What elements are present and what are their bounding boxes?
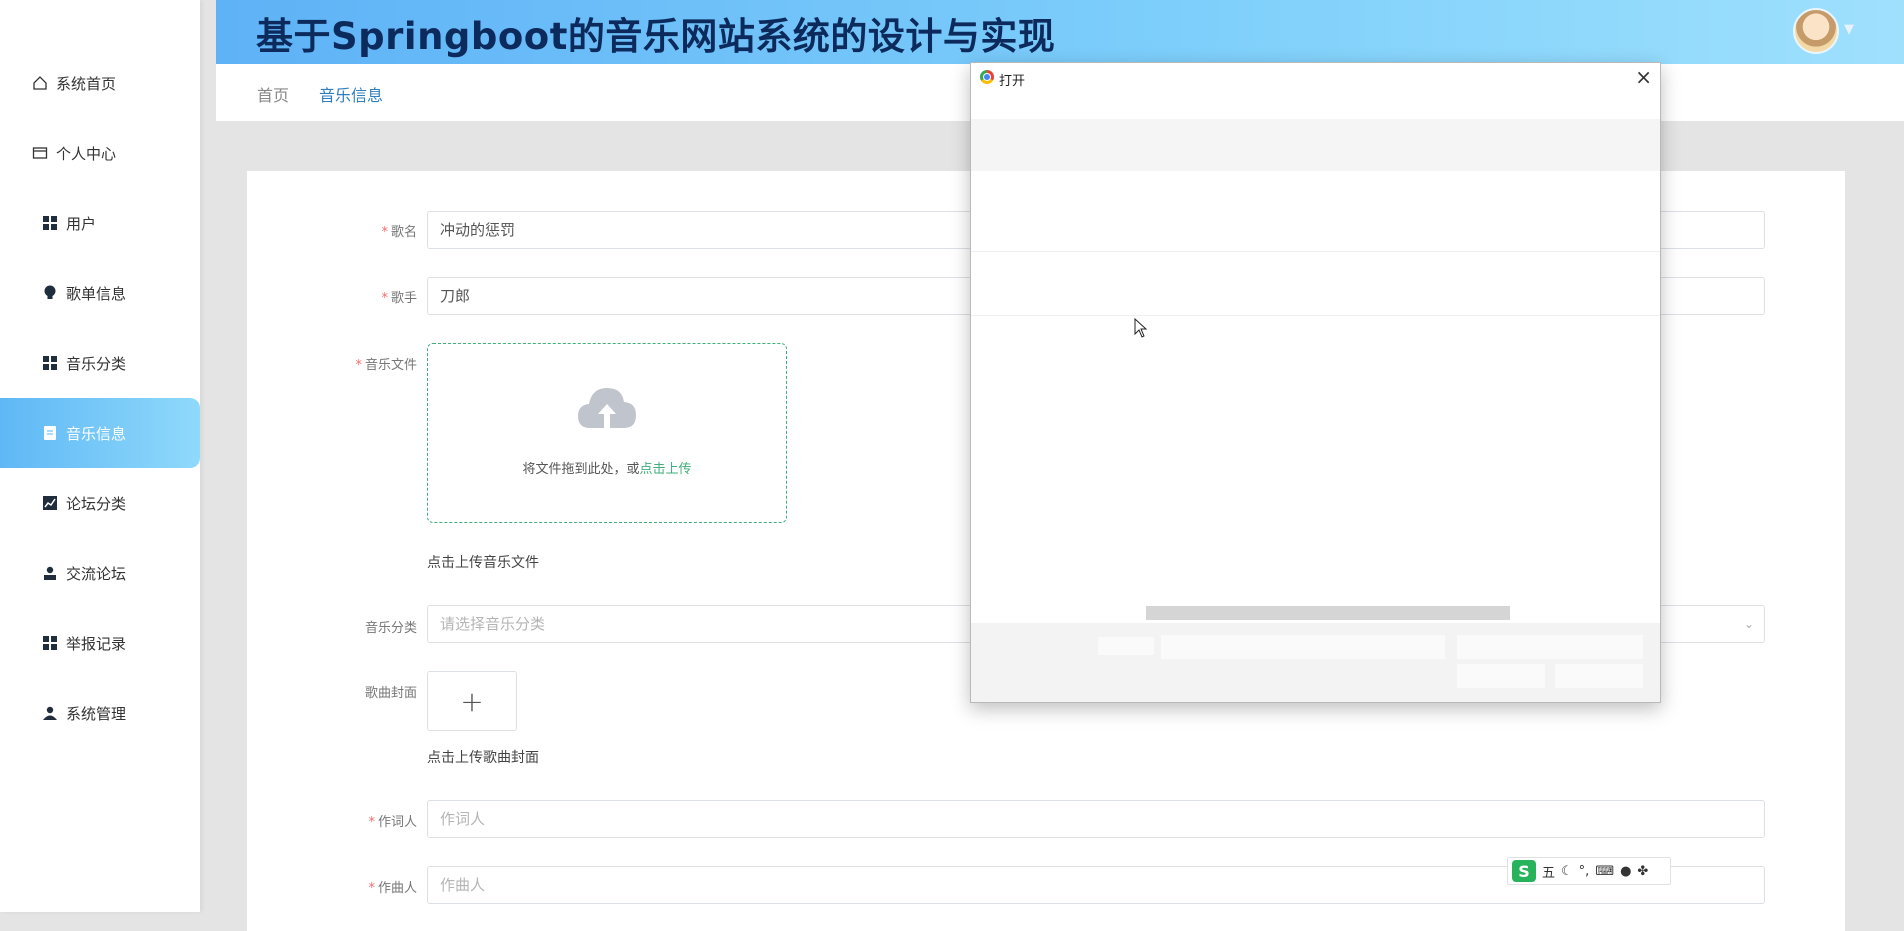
ime-mode[interactable]: 五 bbox=[1542, 862, 1555, 881]
open-file-dialog: 打开 × bbox=[970, 62, 1661, 703]
dialog-toolbar bbox=[971, 119, 1660, 171]
punctuation-icon[interactable]: °, bbox=[1579, 864, 1590, 879]
sidebar-item-label: 歌单信息 bbox=[66, 284, 127, 303]
chart-icon bbox=[42, 495, 58, 511]
cancel-button[interactable] bbox=[1555, 664, 1643, 688]
click-upload-link[interactable]: 点击上传 bbox=[640, 462, 692, 477]
sidebar-item-label: 用户 bbox=[66, 214, 97, 233]
sidebar-item-label: 音乐信息 bbox=[66, 424, 127, 443]
sidebar-item-label: 交流论坛 bbox=[66, 564, 127, 583]
bulb-icon bbox=[42, 285, 58, 301]
cover-label: 歌曲封面 bbox=[364, 686, 417, 701]
user-icon[interactable]: ● bbox=[1620, 864, 1631, 879]
sidebar-item-label: 个人中心 bbox=[56, 144, 117, 163]
user-icon bbox=[42, 705, 58, 721]
document-icon bbox=[42, 425, 58, 441]
sidebar-item-music-info[interactable]: 音乐信息 bbox=[0, 398, 200, 468]
cloud-upload-icon bbox=[576, 384, 638, 436]
cover-upload-button[interactable]: + bbox=[427, 671, 517, 731]
cover-hint: 点击上传歌曲封面 bbox=[427, 750, 539, 766]
music-file-dropzone[interactable]: 将文件拖到此处，或点击上传 bbox=[427, 343, 787, 523]
category-label: 音乐分类 bbox=[364, 621, 417, 636]
divider bbox=[971, 315, 1660, 316]
music-file-label: * 音乐文件 bbox=[355, 358, 417, 373]
apps-icon[interactable]: ✤ bbox=[1637, 864, 1648, 879]
top-header: 基于Springboot的音乐网站系统的设计与实现 ▼ bbox=[216, 0, 1904, 64]
filename-label bbox=[1098, 637, 1154, 655]
grid-icon bbox=[42, 635, 58, 651]
sidebar-item-label: 论坛分类 bbox=[66, 494, 127, 513]
lyricist-input[interactable]: 作词人 bbox=[427, 800, 1765, 838]
sidebar-item-forum[interactable]: 交流论坛 bbox=[0, 538, 200, 608]
card-icon bbox=[32, 145, 48, 161]
sidebar-item-playlist[interactable]: 歌单信息 bbox=[0, 258, 200, 328]
grid-icon bbox=[42, 355, 58, 371]
lyricist-label: * 作词人 bbox=[368, 815, 417, 830]
composer-label: * 作曲人 bbox=[368, 881, 417, 896]
open-button[interactable] bbox=[1457, 664, 1545, 688]
sidebar-item-reports[interactable]: 举报记录 bbox=[0, 608, 200, 678]
moon-icon[interactable]: ☾ bbox=[1561, 864, 1573, 879]
ime-logo: S bbox=[1512, 860, 1536, 882]
avatar[interactable] bbox=[1793, 8, 1839, 54]
caret-down-icon[interactable]: ▼ bbox=[1844, 22, 1854, 37]
keyboard-icon[interactable]: ⌨ bbox=[1595, 864, 1614, 879]
sidebar-item-forum-category[interactable]: 论坛分类 bbox=[0, 468, 200, 538]
filename-input[interactable] bbox=[1161, 635, 1445, 659]
sidebar: 系统首页 个人中心 用户 歌单信息 音乐分类 音乐信息 论坛分类 交流论坛 举报… bbox=[0, 0, 200, 912]
close-icon[interactable]: × bbox=[1635, 65, 1652, 89]
dropzone-text: 将文件拖到此处，或 bbox=[522, 462, 640, 477]
sidebar-item-label: 系统管理 bbox=[66, 704, 127, 723]
user-icon bbox=[42, 565, 58, 581]
dialog-titlebar[interactable]: 打开 × bbox=[971, 63, 1660, 119]
sidebar-item-system[interactable]: 系统管理 bbox=[0, 678, 200, 748]
mouse-cursor-icon bbox=[1134, 317, 1148, 342]
sidebar-item-users[interactable]: 用户 bbox=[0, 188, 200, 258]
singer-label: * 歌手 bbox=[381, 291, 417, 306]
breadcrumb-current: 音乐信息 bbox=[319, 86, 384, 105]
category-placeholder: 请选择音乐分类 bbox=[440, 615, 546, 633]
sidebar-item-profile[interactable]: 个人中心 bbox=[0, 118, 200, 188]
filetype-select[interactable] bbox=[1457, 635, 1643, 659]
sidebar-item-label: 系统首页 bbox=[56, 74, 117, 93]
ime-toolbar[interactable]: S 五 ☾ °, ⌨ ● ✤ bbox=[1507, 857, 1671, 885]
home-icon bbox=[32, 75, 48, 91]
sidebar-item-label: 举报记录 bbox=[66, 634, 127, 653]
horizontal-scrollbar[interactable] bbox=[1146, 606, 1510, 620]
chevron-down-icon: ⌄ bbox=[1743, 617, 1754, 631]
music-file-hint: 点击上传音乐文件 bbox=[427, 555, 539, 571]
song-name-label: * 歌名 bbox=[381, 225, 417, 240]
grid-icon bbox=[42, 215, 58, 231]
dialog-title: 打开 bbox=[999, 74, 1026, 89]
chrome-icon bbox=[980, 70, 994, 84]
breadcrumb-home[interactable]: 首页 bbox=[257, 82, 289, 106]
sidebar-item-label: 音乐分类 bbox=[66, 354, 127, 373]
app-title: 基于Springboot的音乐网站系统的设计与实现 bbox=[256, 15, 1056, 58]
sidebar-item-home[interactable]: 系统首页 bbox=[0, 48, 200, 118]
divider bbox=[971, 251, 1660, 252]
sidebar-item-music-category[interactable]: 音乐分类 bbox=[0, 328, 200, 398]
